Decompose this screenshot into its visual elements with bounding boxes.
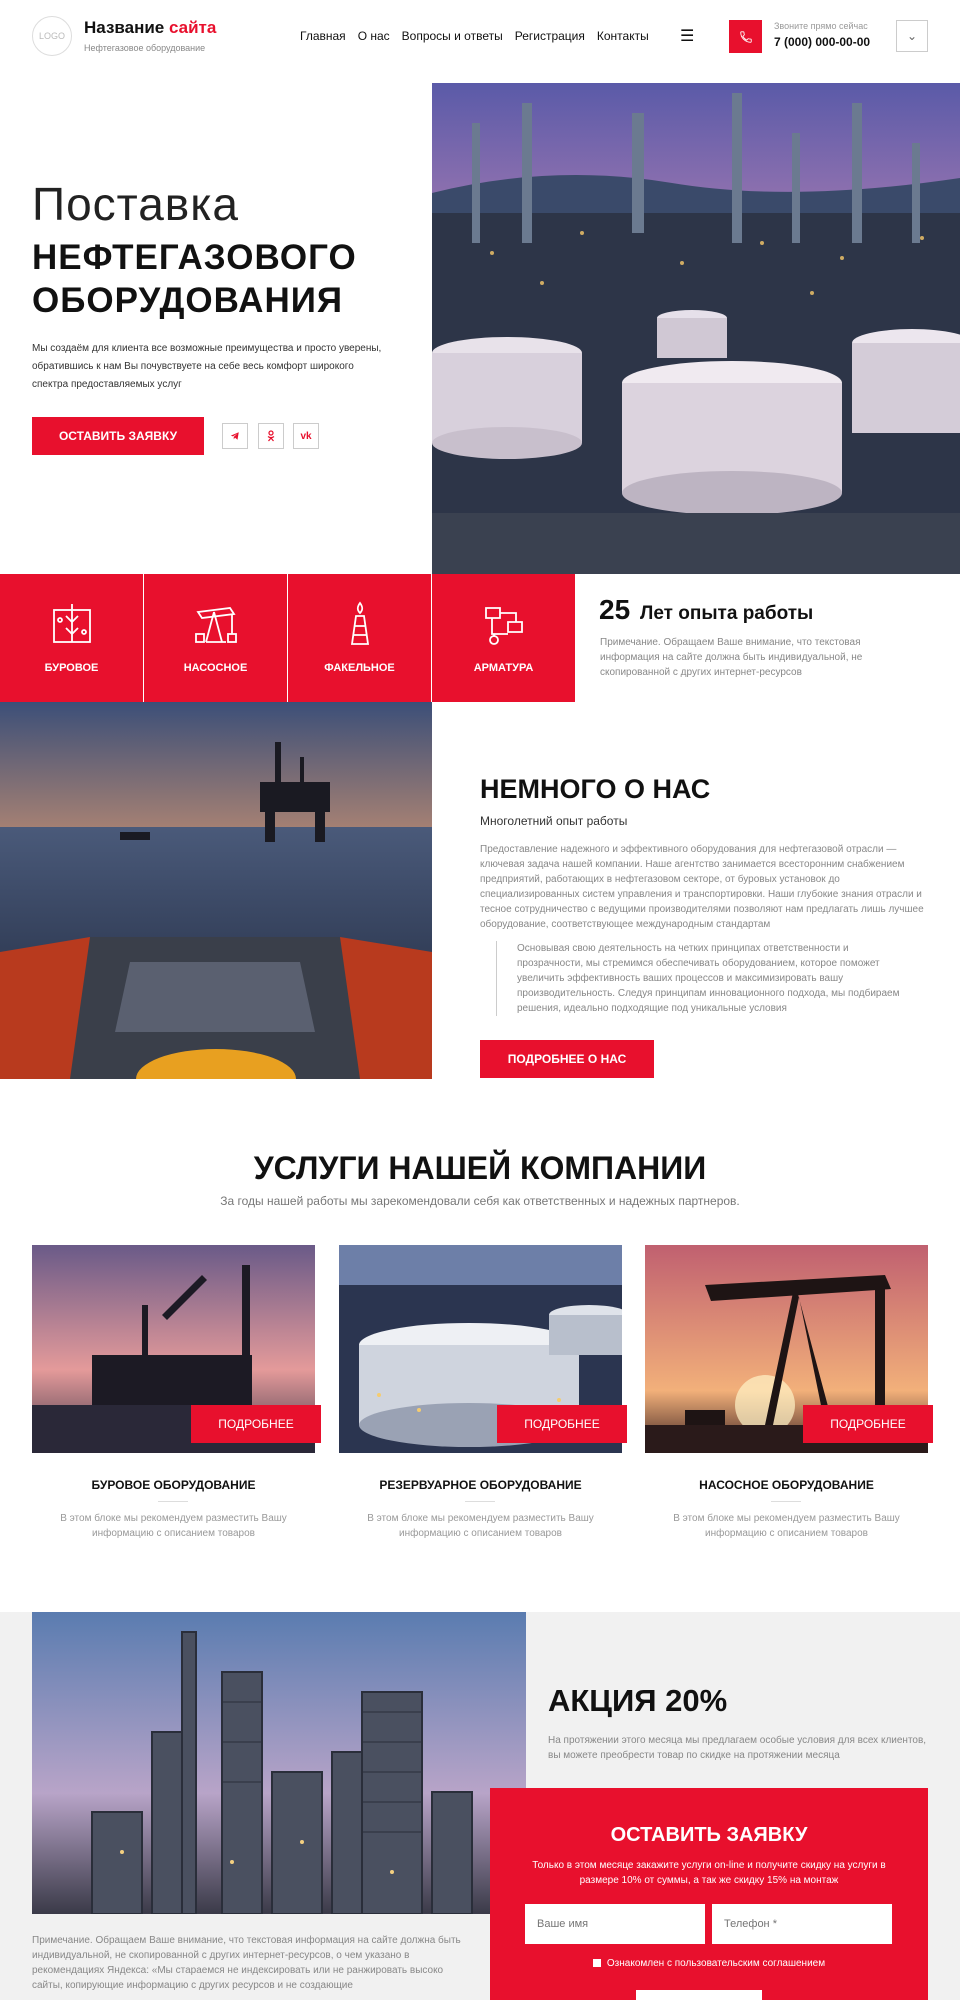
- category-drilling[interactable]: БУРОВОЕ: [0, 574, 143, 702]
- service-description: В этом блоке мы рекомендуем разместить В…: [367, 1513, 594, 1539]
- service-more-button[interactable]: ПОДРОБНЕЕ: [191, 1405, 321, 1443]
- divider: [771, 1501, 801, 1502]
- site-name-part1: Название: [84, 18, 165, 37]
- promo-description: На протяжении этого месяца мы предлагаем…: [548, 1735, 927, 1761]
- about-paragraph: Предоставление надежного и эффективного …: [480, 844, 924, 930]
- drilling-icon: [52, 604, 91, 643]
- valve-icon: [484, 607, 523, 645]
- site-name: Название сайта: [84, 18, 216, 38]
- form-description: Только в этом месяце закажите услуги on-…: [532, 1860, 886, 1886]
- flare-icon: [350, 601, 369, 645]
- pumpjack-icon: [194, 607, 237, 643]
- phone-input[interactable]: [712, 1904, 892, 1944]
- odnoklassniki-icon[interactable]: [258, 423, 284, 449]
- nav-item-home[interactable]: Главная: [300, 29, 346, 43]
- promo-title: АКЦИЯ 20%: [548, 1683, 728, 1718]
- category-flare[interactable]: ФАКЕЛЬНОЕ: [288, 574, 431, 702]
- about-quote: Основывая свою деятельность на четких пр…: [496, 941, 916, 1016]
- site-subtitle: Нефтегазовое оборудование: [84, 43, 206, 53]
- service-title: БУРОВОЕ ОБОРУДОВАНИЕ: [91, 1478, 256, 1492]
- about-image-offshore: [0, 702, 432, 1079]
- nav-item-about[interactable]: О нас: [358, 29, 390, 43]
- menu-icon[interactable]: ☰: [680, 26, 694, 46]
- chevron-down-icon[interactable]: ⌄: [896, 20, 928, 52]
- nav-item-register[interactable]: Регистрация: [515, 29, 585, 43]
- call-label: Звоните прямо сейчас: [774, 21, 868, 31]
- phone-icon[interactable]: [729, 20, 762, 53]
- divider: [465, 1501, 495, 1502]
- phone-number[interactable]: 7 (000) 000-00-00: [774, 35, 870, 49]
- services-title: УСЛУГИ НАШЕЙ КОМПАНИИ: [253, 1150, 707, 1186]
- divider: [158, 1501, 188, 1502]
- promo-note: Примечание. Обращаем Ваше внимание, что …: [32, 1935, 461, 1991]
- hero-cta-button[interactable]: ОСТАВИТЬ ЗАЯВКУ: [32, 417, 204, 455]
- name-input[interactable]: [525, 1904, 705, 1944]
- nav-item-faq[interactable]: Вопросы и ответы: [402, 29, 503, 43]
- telegram-icon[interactable]: [222, 423, 248, 449]
- category-label: ФАКЕЛЬНОЕ: [324, 662, 395, 674]
- form-submit-button[interactable]: [636, 1990, 762, 2000]
- about-title: НЕМНОГО О НАС: [480, 774, 711, 804]
- hero-image-refinery: [432, 83, 960, 574]
- site-name-part2: сайта: [168, 18, 217, 37]
- service-description: В этом блоке мы рекомендуем разместить В…: [60, 1513, 287, 1539]
- category-valves[interactable]: АРМАТУРА: [432, 574, 575, 702]
- request-form: ОСТАВИТЬ ЗАЯВКУ Только в этом месяце зак…: [490, 1788, 928, 2000]
- experience-note: Примечание. Обращаем Ваше внимание, что …: [600, 637, 863, 678]
- hero-title-line3: ОБОРУДОВАНИЯ: [32, 281, 344, 320]
- hero-description: Мы создаём для клиента все возможные пре…: [32, 343, 382, 390]
- form-title: ОСТАВИТЬ ЗАЯВКУ: [610, 1824, 808, 1846]
- services-subtitle: За годы нашей работы мы зарекомендовали …: [220, 1194, 740, 1208]
- about-subtitle: Многолетний опыт работы: [480, 814, 628, 828]
- about-more-button[interactable]: ПОДРОБНЕЕ О НАС: [480, 1040, 654, 1078]
- site-header: LOGO Название сайта Нефтегазовое оборудо…: [0, 0, 960, 82]
- nav-item-contacts[interactable]: Контакты: [597, 29, 649, 43]
- agreement-label: Ознакомлен с пользовательским соглашение…: [606, 1958, 826, 1969]
- experience-number: 25: [599, 594, 631, 625]
- service-title: РЕЗЕРВУАРНОЕ ОБОРУДОВАНИЕ: [379, 1478, 582, 1492]
- promo-image-plant: [32, 1612, 526, 1914]
- service-more-button[interactable]: ПОДРОБНЕЕ: [803, 1405, 933, 1443]
- category-label: БУРОВОЕ: [44, 662, 99, 674]
- category-pumping[interactable]: НАСОСНОЕ: [144, 574, 287, 702]
- vk-icon[interactable]: vk: [293, 423, 319, 449]
- main-nav: Главная О нас Вопросы и ответы Регистрац…: [300, 29, 649, 43]
- service-description: В этом блоке мы рекомендуем разместить В…: [673, 1513, 900, 1539]
- category-label: НАСОСНОЕ: [183, 662, 248, 674]
- logo[interactable]: LOGO: [32, 16, 72, 56]
- hero-title-line1: Поставка: [32, 178, 239, 230]
- hero-title-line2: НЕФТЕГАЗОВОГО: [32, 238, 357, 277]
- checkbox-icon[interactable]: [592, 1959, 601, 1968]
- category-label: АРМАТУРА: [473, 662, 534, 674]
- experience-label: Лет опыта работы: [640, 603, 814, 624]
- agreement-checkbox[interactable]: Ознакомлен с пользовательским соглашение…: [490, 1958, 928, 1969]
- service-more-button[interactable]: ПОДРОБНЕЕ: [497, 1405, 627, 1443]
- service-title: НАСОСНОЕ ОБОРУДОВАНИЕ: [699, 1478, 874, 1492]
